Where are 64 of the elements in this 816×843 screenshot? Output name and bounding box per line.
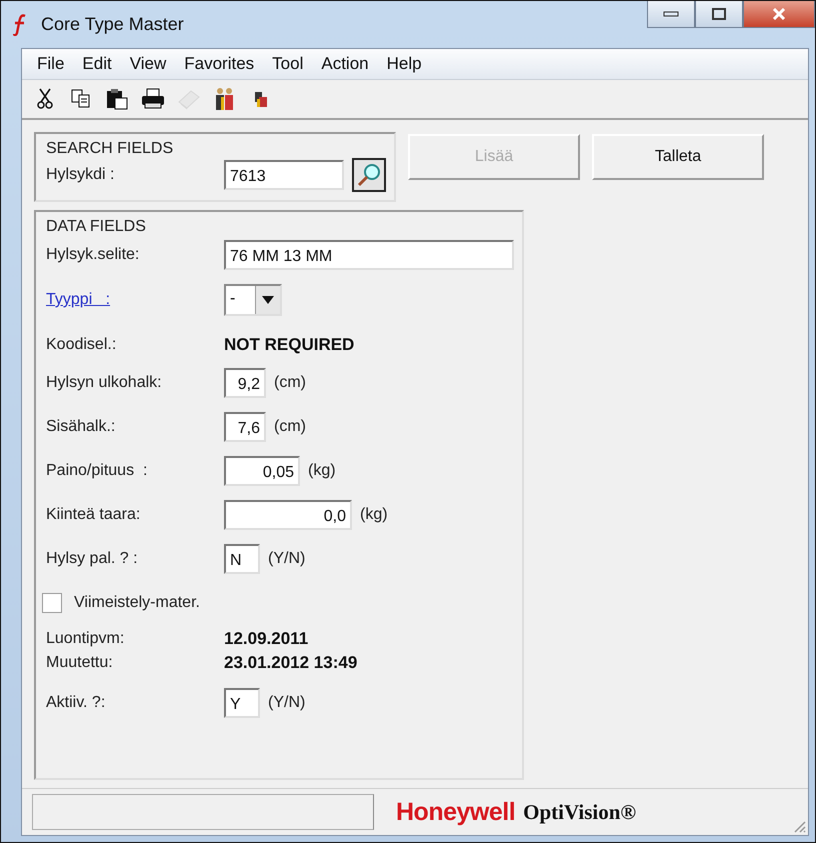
copy-icon (71, 89, 91, 109)
field-label: Hylsykdi : (46, 166, 116, 184)
unit-label: (Y/N) (268, 550, 306, 568)
menu-item[interactable]: Tool (263, 54, 312, 74)
unit-label: (kg) (308, 462, 336, 480)
group-title: SEARCH FIELDS (46, 140, 174, 158)
input-field[interactable]: Y (224, 688, 260, 718)
menu-item[interactable]: Edit (73, 54, 121, 74)
paste-button[interactable] (104, 86, 130, 112)
search-button[interactable] (352, 158, 386, 192)
value-text: 12.09.2011 (224, 629, 308, 649)
input-field[interactable]: 76 MM 13 MM (224, 240, 514, 270)
maximize-icon (712, 8, 726, 20)
checkbox[interactable] (42, 593, 62, 613)
group-title: DATA FIELDS (46, 218, 147, 236)
unit-label: (cm) (274, 374, 306, 392)
input-field[interactable]: 0,05 (224, 456, 300, 486)
menu-item[interactable]: Favorites (175, 54, 264, 74)
unit-label: (cm) (274, 418, 306, 436)
resize-grip-icon[interactable] (792, 819, 806, 833)
field-label: Hylsyk.selite: (46, 246, 140, 264)
search-icon (356, 162, 382, 188)
field-label: Aktiiv. ?: (46, 694, 106, 712)
unit-label: (Y/N) (268, 694, 306, 712)
type-link[interactable]: Tyyppi : (46, 291, 110, 308)
save-button[interactable]: Talleta (592, 134, 764, 180)
input-field[interactable]: N (224, 544, 260, 574)
unit-label: (kg) (360, 506, 388, 524)
menu-item[interactable]: View (120, 54, 176, 74)
value-text: 23.01.2012 13:49 (224, 653, 358, 673)
brand-logo: Honeywell (396, 798, 516, 826)
field-label: Koodisel.: (46, 336, 118, 354)
window-title: Core Type Master (41, 14, 184, 35)
field-label: Hylsyn ulkohalk: (46, 374, 163, 392)
app-logo-icon (13, 14, 27, 36)
field-label: Sisähalk.: (46, 418, 116, 436)
box-icon (254, 90, 268, 108)
type-dropdown[interactable]: - (224, 284, 282, 316)
clipboard-icon (106, 88, 128, 110)
field-label: Paino/pituus : (46, 462, 148, 480)
close-icon (772, 8, 786, 20)
maximize-button[interactable] (695, 1, 743, 28)
input-field[interactable]: 0,0 (224, 500, 352, 530)
value-text: NOT REQUIRED (224, 335, 354, 355)
input-field[interactable]: 7,6 (224, 412, 266, 442)
field-label: Hylsy pal. ? : (46, 550, 139, 568)
scissors-icon (37, 88, 53, 110)
input-field[interactable]: 9,2 (224, 368, 266, 398)
input-field[interactable]: 7613 (224, 160, 344, 190)
field-label: Luontipvm: (46, 630, 126, 648)
people-icon (214, 87, 236, 111)
menu-item[interactable]: Help (378, 54, 431, 74)
checkbox-label: Viimeistely-mater. (74, 594, 200, 612)
menu-item[interactable]: Action (312, 54, 378, 74)
minimize-button[interactable] (647, 1, 695, 28)
field-label: Muutettu: (46, 654, 114, 672)
caret-icon (262, 296, 274, 304)
book-icon (177, 88, 201, 110)
field-label: Kiinteä taara: (46, 506, 142, 524)
menu-item[interactable]: File (28, 54, 74, 74)
minimize-icon (663, 11, 679, 17)
printer-icon (141, 88, 165, 110)
close-button[interactable] (743, 1, 815, 28)
product-name: OptiVision® (523, 800, 636, 824)
